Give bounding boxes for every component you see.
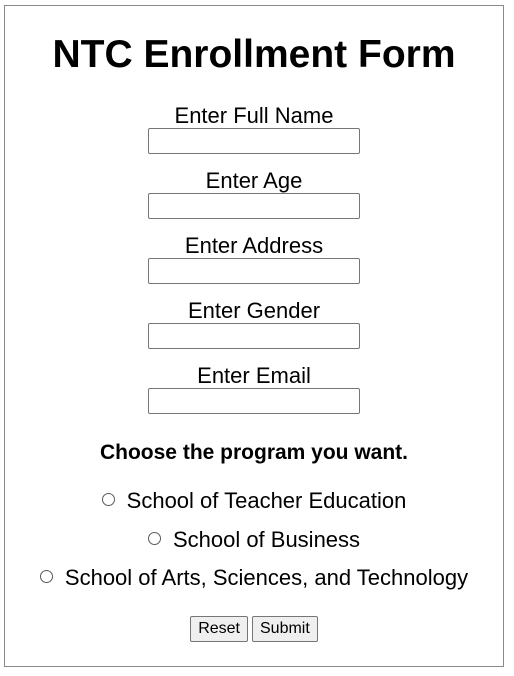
address-label: Enter Address — [184, 233, 324, 258]
program-label-teacher-education: School of Teacher Education — [126, 488, 407, 513]
program-label-arts-sciences-technology: School of Arts, Sciences, and Technology — [64, 565, 469, 590]
address-input[interactable] — [148, 258, 360, 284]
email-label: Enter Email — [197, 363, 311, 388]
address-field-group: Enter Address — [5, 234, 503, 284]
email-input[interactable] — [148, 388, 360, 414]
gender-field-group: Enter Gender — [5, 299, 503, 349]
program-option-teacher-education[interactable]: School of Teacher Education — [5, 488, 503, 514]
program-label-business: School of Business — [172, 527, 361, 552]
form-title: NTC Enrollment Form — [52, 33, 456, 76]
full-name-input[interactable] — [148, 128, 360, 154]
gender-input[interactable] — [148, 323, 360, 349]
program-option-business[interactable]: School of Business — [5, 527, 503, 553]
enrollment-form: NTC Enrollment Form Enter Full Name Ente… — [4, 5, 504, 667]
gender-label: Enter Gender — [187, 298, 321, 323]
email-field-group: Enter Email — [5, 364, 503, 414]
program-heading: Choose the program you want. — [99, 441, 409, 464]
program-option-arts-sciences-technology[interactable]: School of Arts, Sciences, and Technology — [5, 565, 503, 591]
radio-button-business[interactable] — [147, 532, 161, 545]
age-input[interactable] — [148, 193, 360, 219]
full-name-label: Enter Full Name — [174, 103, 334, 128]
age-label: Enter Age — [205, 168, 303, 193]
form-buttons: Reset Submit — [5, 616, 503, 642]
reset-button[interactable]: Reset — [190, 616, 248, 642]
radio-button-arts-sciences-technology[interactable] — [39, 570, 53, 583]
full-name-field-group: Enter Full Name — [5, 104, 503, 154]
age-field-group: Enter Age — [5, 169, 503, 219]
radio-button-teacher-education[interactable] — [101, 493, 115, 506]
submit-button[interactable]: Submit — [252, 616, 318, 642]
